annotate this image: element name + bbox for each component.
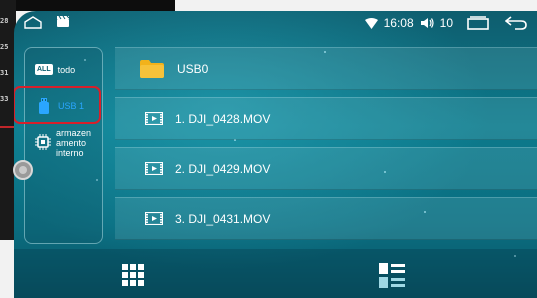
- video-file-icon: [139, 212, 169, 225]
- speaker-icon[interactable]: [420, 17, 434, 29]
- status-bar: 16:08 10: [14, 11, 537, 35]
- folder-icon: [137, 59, 167, 78]
- file-name: USB0: [177, 61, 209, 76]
- file-name: 3. DJI_0431.MOV: [175, 211, 271, 226]
- video-file-icon: [139, 162, 169, 175]
- head-unit-screen: 16:08 10 ALL todo USB 1 armazen amento i…: [14, 11, 537, 298]
- status-indicators: 16:08 10: [364, 13, 527, 33]
- recent-apps-icon[interactable]: [467, 16, 489, 30]
- sidebar-item-todo[interactable]: ALL todo: [35, 64, 112, 75]
- wifi-icon: [364, 17, 378, 29]
- sidebar-item-usb1[interactable]: USB 1: [38, 98, 115, 114]
- sidebar-item-label: USB 1: [58, 101, 85, 111]
- clock-time: 16:08: [383, 16, 414, 30]
- top-black-strip: [0, 0, 175, 11]
- sidebar-item-internal-storage[interactable]: armazen amento interno: [35, 128, 112, 158]
- usb-icon: [39, 98, 49, 114]
- list-item[interactable]: 2. DJI_0429.MOV: [115, 147, 537, 190]
- home-icon[interactable]: [24, 16, 42, 29]
- sidebar-item-label: armazen amento interno: [56, 128, 92, 158]
- file-name: 2. DJI_0429.MOV: [175, 161, 271, 176]
- list-item[interactable]: 1. DJI_0428.MOV: [115, 97, 537, 140]
- video-clap-icon[interactable]: [56, 14, 70, 28]
- file-name: 1. DJI_0428.MOV: [175, 111, 271, 126]
- source-sidebar: ALL todo USB 1 armazen amento interno: [14, 47, 103, 244]
- list-item[interactable]: 3. DJI_0431.MOV: [115, 197, 537, 240]
- video-file-icon: [139, 112, 169, 125]
- bottom-bar: [14, 249, 537, 298]
- list-item[interactable]: USB0: [115, 47, 537, 90]
- volume-level: 10: [439, 16, 453, 30]
- chip-icon: [35, 134, 51, 150]
- grid-view-icon[interactable]: [122, 264, 144, 286]
- all-icon: ALL: [35, 64, 53, 75]
- floating-home-button[interactable]: [13, 160, 33, 180]
- sidebar-item-label: todo: [57, 64, 76, 75]
- list-view-icon[interactable]: [379, 263, 405, 289]
- back-icon[interactable]: [505, 16, 527, 30]
- red-tick-mark: [0, 126, 14, 128]
